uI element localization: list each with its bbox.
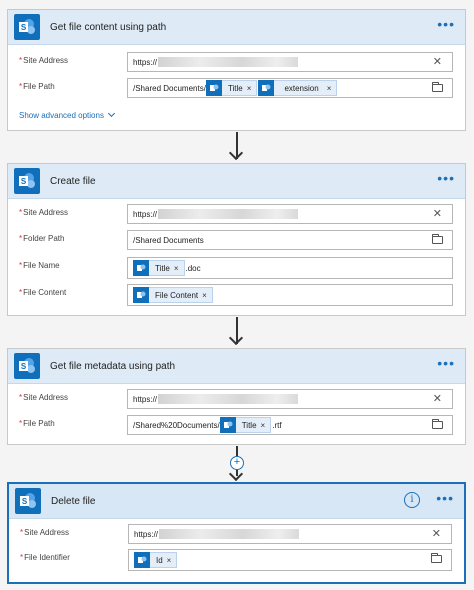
site-address-label: *Site Address <box>19 208 69 217</box>
more-icon[interactable]: ••• <box>437 171 455 185</box>
site-address-label: *Site Address <box>19 56 69 65</box>
sharepoint-icon <box>219 417 236 433</box>
arrow-down-icon <box>228 330 244 346</box>
site-address-input[interactable]: https:// ✕ <box>127 204 453 224</box>
close-icon[interactable]: ✕ <box>433 56 442 68</box>
file-content-input[interactable]: File Content × <box>127 284 453 306</box>
sharepoint-icon <box>133 287 149 303</box>
action-card-get-file-content[interactable]: S Get file content using path ••• *Site … <box>7 9 466 131</box>
sharepoint-icon: S <box>14 14 40 40</box>
dynamic-token-title[interactable]: Title × <box>133 260 185 276</box>
token-remove-icon[interactable]: × <box>327 84 337 93</box>
sharepoint-icon: S <box>14 168 40 194</box>
site-address-input[interactable]: https:// ✕ <box>128 524 452 544</box>
site-address-label: *Site Address <box>19 393 69 402</box>
site-address-row: *Site Address https:// ✕ <box>8 204 465 224</box>
file-path-input[interactable]: /Shared%20Documents/ Title × .rtf <box>127 415 453 435</box>
info-icon[interactable]: i <box>404 492 420 508</box>
token-remove-icon[interactable]: × <box>247 84 257 93</box>
close-icon[interactable]: ✕ <box>432 528 441 540</box>
card-header[interactable]: S Create file ••• <box>8 164 465 199</box>
card-title: Create file <box>50 175 96 187</box>
svg-text:S: S <box>21 362 27 371</box>
redacted-url <box>158 394 299 404</box>
close-icon[interactable]: ✕ <box>433 208 442 220</box>
redacted-url <box>158 209 299 219</box>
redacted-url <box>159 529 300 539</box>
file-path-label: *File Path <box>19 419 55 428</box>
folder-icon[interactable] <box>432 419 443 429</box>
site-address-input[interactable]: https:// ✕ <box>127 389 453 409</box>
action-card-create-file[interactable]: S Create file ••• *Site Address https://… <box>7 163 466 316</box>
site-address-row: *Site Address https:// ✕ <box>8 52 465 72</box>
more-icon[interactable]: ••• <box>437 356 455 370</box>
sharepoint-icon <box>258 80 275 96</box>
site-address-input[interactable]: https:// ✕ <box>127 52 453 72</box>
folder-icon[interactable] <box>431 553 442 563</box>
dynamic-token-id[interactable]: Id × <box>134 552 178 568</box>
svg-text:S: S <box>21 177 27 186</box>
card-title: Get file metadata using path <box>50 360 176 372</box>
file-identifier-row: *File Identifier Id × <box>9 549 464 571</box>
card-header[interactable]: S Get file metadata using path ••• <box>8 349 465 384</box>
file-identifier-label: *File Identifier <box>20 553 70 562</box>
file-content-label: *File Content <box>19 288 67 297</box>
file-name-input[interactable]: Title × .doc <box>127 257 453 279</box>
close-icon[interactable]: ✕ <box>433 393 442 405</box>
file-content-row: *File Content File Content × <box>8 284 465 306</box>
dynamic-token-title[interactable]: Title × <box>219 417 272 433</box>
action-card-get-file-metadata[interactable]: S Get file metadata using path ••• *Site… <box>7 348 466 445</box>
svg-text:S: S <box>21 23 27 32</box>
token-remove-icon[interactable]: × <box>261 421 271 430</box>
arrow-down-icon <box>228 466 244 482</box>
sharepoint-icon <box>134 552 150 568</box>
folder-path-row: *Folder Path /Shared Documents <box>8 230 465 250</box>
folder-path-label: *Folder Path <box>19 234 65 243</box>
more-icon[interactable]: ••• <box>437 17 455 31</box>
redacted-url <box>158 57 299 67</box>
file-path-label: *File Path <box>19 82 55 91</box>
file-path-input[interactable]: /Shared Documents/ Title × extension × <box>127 78 453 98</box>
token-remove-icon[interactable]: × <box>202 291 212 300</box>
folder-icon[interactable] <box>432 82 443 92</box>
dynamic-token-title[interactable]: Title × <box>205 80 258 96</box>
site-address-row: *Site Address https:// ✕ <box>9 524 464 544</box>
card-header[interactable]: S Delete file i ••• <box>9 484 464 519</box>
site-address-row: *Site Address https:// ✕ <box>8 389 465 409</box>
token-remove-icon[interactable]: × <box>167 556 177 565</box>
chevron-down-icon <box>107 109 115 118</box>
site-address-label: *Site Address <box>20 528 70 537</box>
sharepoint-icon: S <box>14 353 40 379</box>
token-remove-icon[interactable]: × <box>174 264 184 273</box>
card-title: Get file content using path <box>50 21 167 33</box>
svg-text:S: S <box>22 497 28 506</box>
card-title: Delete file <box>51 495 96 507</box>
file-path-row: *File Path /Shared Documents/ Title × ex… <box>8 78 465 98</box>
file-name-label: *File Name <box>19 261 60 270</box>
folder-path-input[interactable]: /Shared Documents <box>127 230 453 250</box>
sharepoint-icon: S <box>15 488 41 514</box>
folder-icon[interactable] <box>432 234 443 244</box>
show-advanced-options-link[interactable]: Show advanced options <box>19 109 115 120</box>
action-card-delete-file[interactable]: S Delete file i ••• *Site Address https:… <box>7 482 466 584</box>
dynamic-token-file-content[interactable]: File Content × <box>133 287 213 303</box>
file-identifier-input[interactable]: Id × <box>128 549 452 571</box>
sharepoint-icon <box>133 260 149 276</box>
file-path-row: *File Path /Shared%20Documents/ Title × … <box>8 415 465 435</box>
dynamic-token-extension[interactable]: extension × <box>258 80 338 96</box>
arrow-down-icon <box>228 145 244 161</box>
sharepoint-icon <box>205 80 222 96</box>
file-name-row: *File Name Title × .doc <box>8 257 465 279</box>
more-icon[interactable]: ••• <box>436 491 454 505</box>
card-header[interactable]: S Get file content using path ••• <box>8 10 465 45</box>
